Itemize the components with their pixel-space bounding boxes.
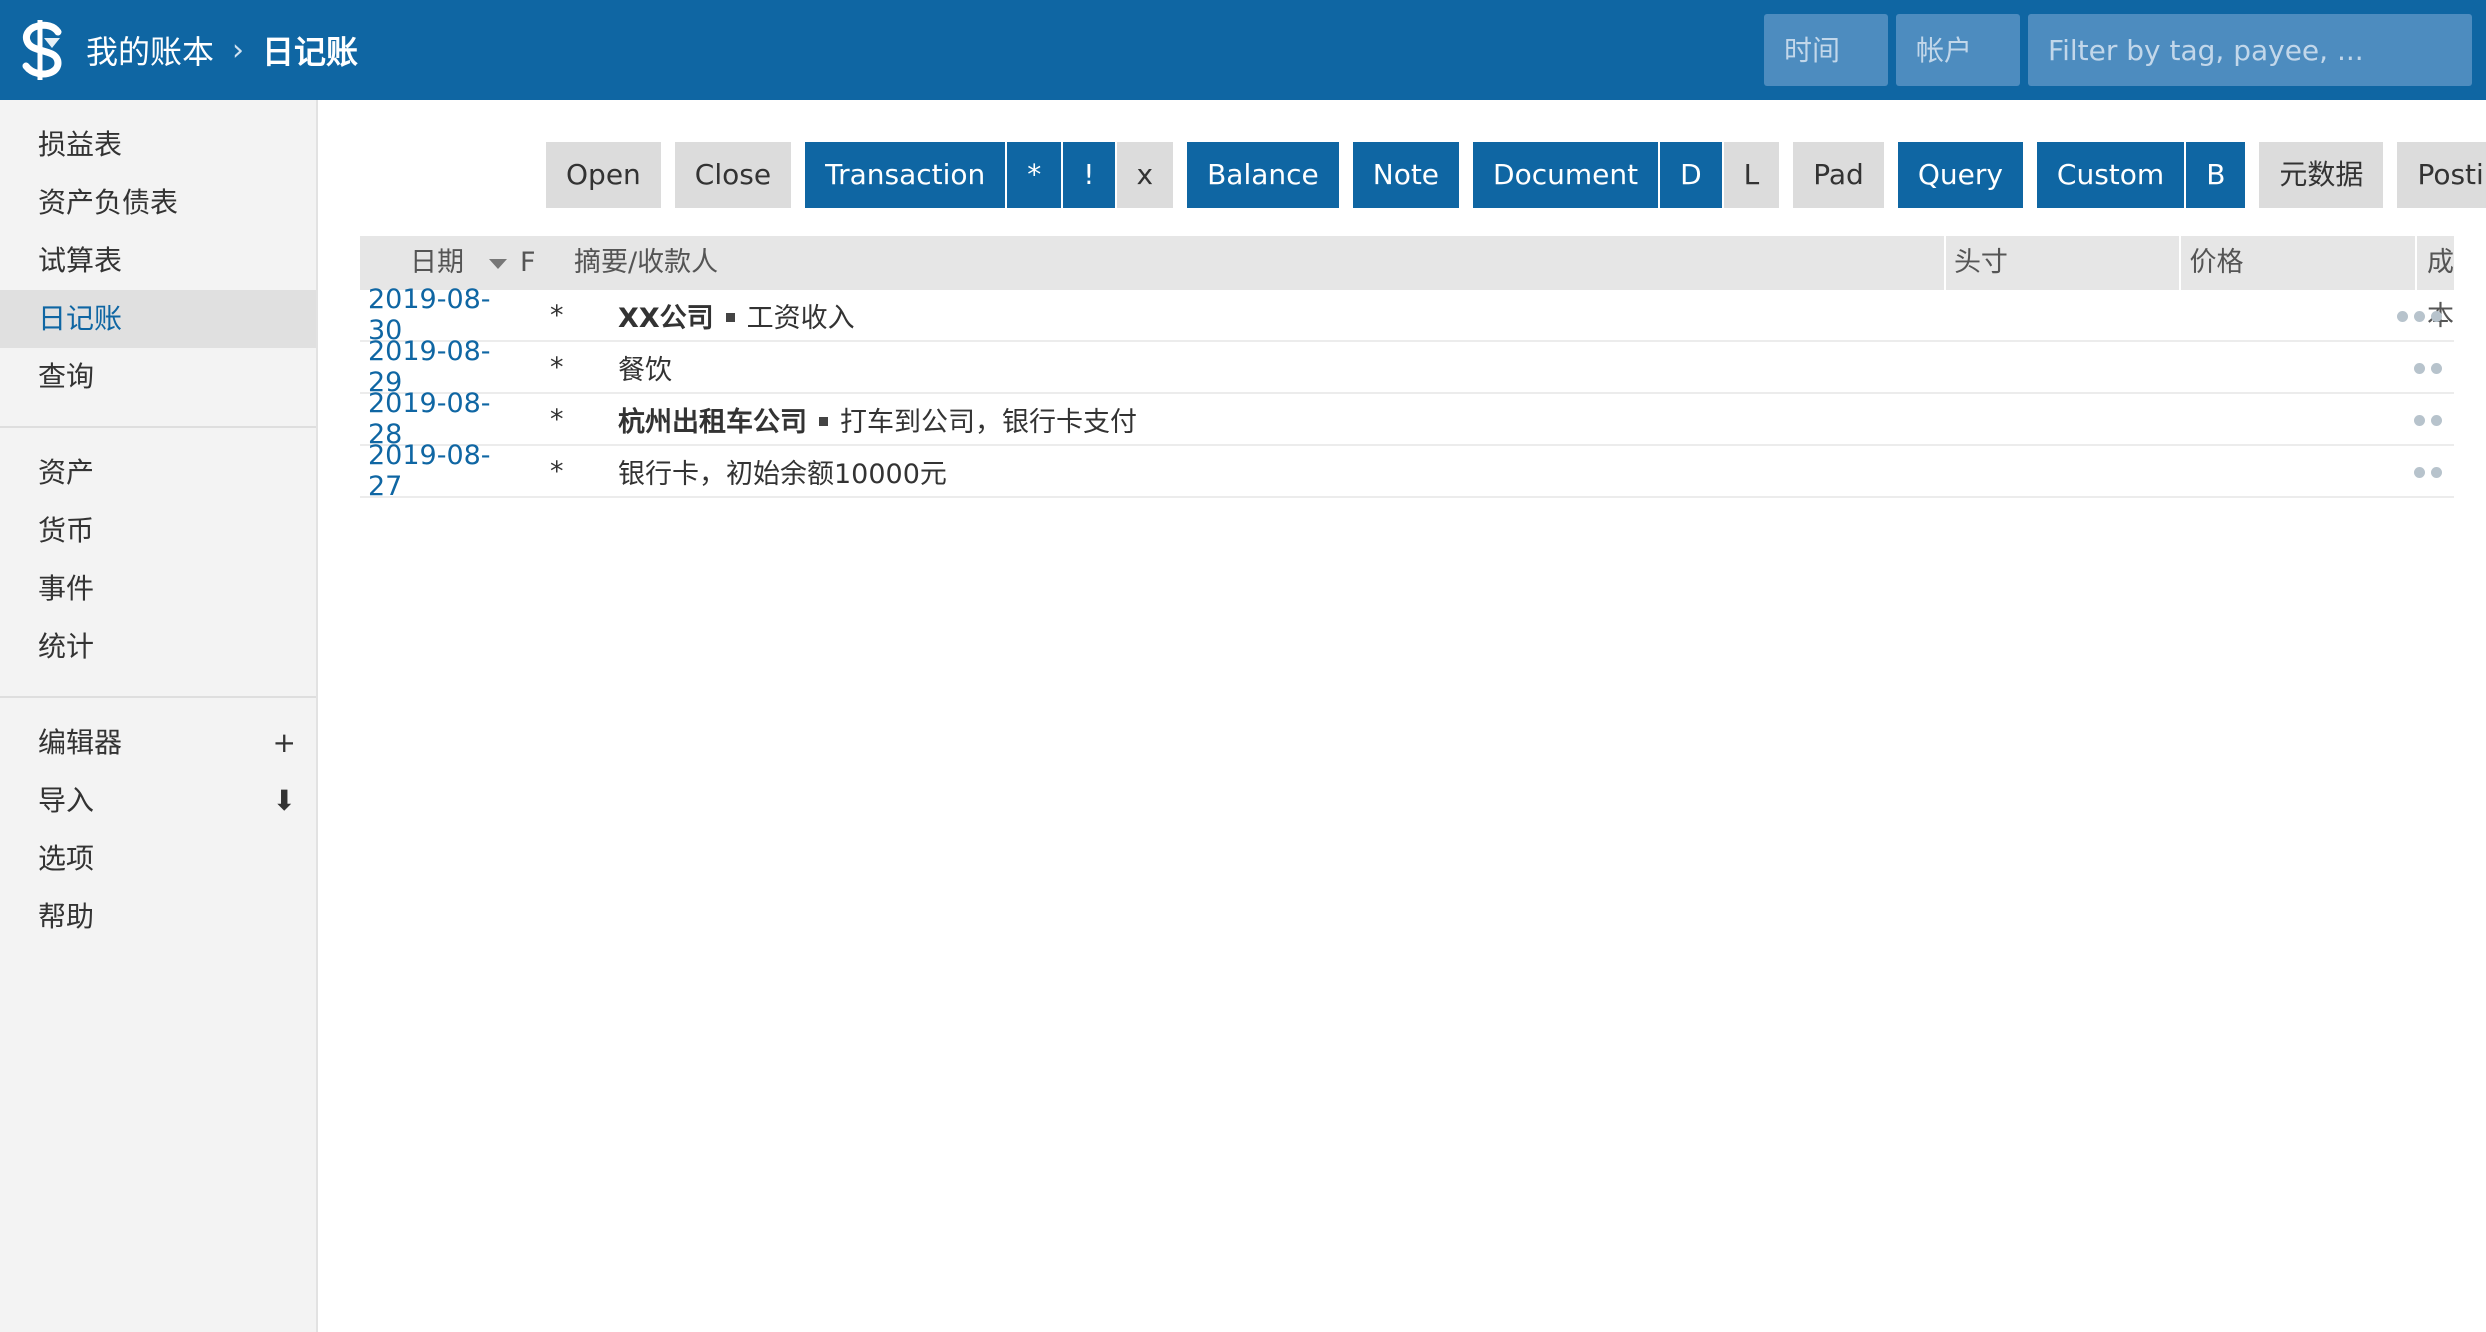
sidebar-tools-group: 编辑器 + 导入 ⬇ 选项 帮助: [0, 698, 316, 966]
posting-indicator-dots: [2414, 394, 2442, 446]
posting-indicator-dots: [2414, 342, 2442, 394]
column-header-cost: 成本: [2427, 247, 2454, 332]
breadcrumb-ledger-name[interactable]: 我的账本: [86, 27, 214, 73]
posting-dot-icon: [2414, 414, 2425, 426]
entry-description: 银行卡，初始余额10000元: [586, 452, 2454, 491]
filter-note-button[interactable]: Note: [1352, 142, 1460, 208]
table-row[interactable]: 2019-08-30 * XX公司 工资收入: [360, 284, 2454, 346]
main-content: Open Close Transaction * ! x Balance Not…: [320, 100, 2486, 1332]
entry-narration: 工资收入: [746, 302, 855, 334]
entry-flag: *: [550, 299, 564, 331]
entry-description: XX公司 工资收入: [586, 296, 2454, 335]
posting-dot-icon: [2431, 362, 2442, 374]
filter-flag-pending-button[interactable]: !: [1063, 142, 1115, 208]
sidebar-item-editor-label: 编辑器: [38, 726, 123, 759]
transaction-filter-group: Transaction * ! x: [805, 142, 1174, 208]
separator-square-icon: [725, 312, 735, 322]
entry-payee: XX公司: [618, 302, 714, 334]
posting-indicator-dots: [2414, 446, 2442, 498]
sidebar-item-holdings[interactable]: 资产: [0, 444, 316, 502]
entry-narration: 打车到公司，银行卡支付: [840, 406, 1137, 438]
column-header-price: 价格: [2181, 236, 2417, 290]
table-row[interactable]: 2019-08-27 * 银行卡，初始余额10000元: [360, 440, 2454, 502]
sidebar-data-group: 资产 货币 事件 统计: [0, 428, 316, 698]
column-header-flag[interactable]: F: [520, 236, 574, 290]
top-bar: 我的账本 › 日记账: [0, 0, 2486, 100]
posting-dot-icon: [2431, 414, 2442, 426]
sidebar-item-import-label: 导入: [38, 784, 95, 817]
posting-dot-icon: [2414, 362, 2425, 374]
entry-narration: 银行卡，初始余额10000元: [618, 458, 947, 490]
filter-pad-button[interactable]: Pad: [1793, 142, 1884, 208]
add-icon[interactable]: +: [273, 714, 296, 772]
fava-logo-icon[interactable]: [14, 18, 72, 82]
page-title: 日记账: [262, 33, 359, 71]
journal-table: 日期 F 摘要/收款人 头寸 价格 成本 2019-08-30 * XX公司工资…: [360, 236, 2454, 502]
filter-document-discovered-button[interactable]: D: [1660, 142, 1722, 208]
separator-square-icon: [819, 416, 828, 426]
journal-entry-filter-bar: Open Close Transaction * ! x Balance Not…: [546, 142, 2486, 208]
entry-flag: *: [550, 455, 564, 487]
entry-date-link[interactable]: 2019-08-27: [360, 440, 520, 502]
column-header-position: 头寸: [1946, 236, 2182, 290]
toggle-postings-button[interactable]: Postings: [2397, 142, 2486, 208]
sidebar: 损益表 资产负债表 试算表 日记账 查询 资产 货币 事件 统计 编辑器 + 导…: [0, 100, 318, 1332]
filter-flag-cleared-button[interactable]: *: [1007, 142, 1062, 208]
column-header-date[interactable]: 日期: [360, 236, 520, 290]
entry-narration: 餐饮: [618, 354, 672, 386]
sidebar-item-query[interactable]: 查询: [0, 348, 316, 406]
posting-dot-icon: [2431, 310, 2442, 322]
filter-custom-button[interactable]: Custom: [2036, 142, 2185, 208]
entry-flag: *: [550, 351, 564, 383]
time-filter-input[interactable]: [1764, 14, 1888, 86]
sidebar-item-balance-sheet[interactable]: 资产负债表: [0, 174, 316, 232]
filter-open-button[interactable]: Open: [546, 142, 661, 208]
posting-dot-icon: [2414, 310, 2425, 322]
posting-dot-icon: [2431, 466, 2442, 478]
entry-description: 餐饮: [586, 348, 2454, 387]
tag-payee-filter-input[interactable]: [2028, 14, 2472, 86]
entry-flag: *: [550, 403, 564, 435]
column-header-narration[interactable]: 摘要/收款人: [574, 236, 1946, 290]
sort-descending-icon: [488, 258, 507, 269]
sidebar-item-income-statement[interactable]: 损益表: [0, 116, 316, 174]
sidebar-item-journal[interactable]: 日记账: [0, 290, 316, 348]
entry-description: 杭州出租车公司 打车到公司，银行卡支付: [586, 400, 2454, 439]
filter-document-button[interactable]: Document: [1473, 142, 1659, 208]
sidebar-item-editor[interactable]: 编辑器 +: [0, 714, 316, 772]
table-row[interactable]: 2019-08-28 * 杭州出租车公司 打车到公司，银行卡支付: [360, 388, 2454, 450]
filter-transaction-button[interactable]: Transaction: [805, 142, 1006, 208]
sidebar-item-options[interactable]: 选项: [0, 830, 316, 888]
sidebar-item-import[interactable]: 导入 ⬇: [0, 772, 316, 830]
filter-close-button[interactable]: Close: [674, 142, 792, 208]
breadcrumb: 我的账本 › 日记账: [86, 0, 358, 100]
posting-indicator-dots: [2397, 290, 2442, 342]
filter-document-linked-button[interactable]: L: [1723, 142, 1780, 208]
filter-balance-button[interactable]: Balance: [1187, 142, 1339, 208]
filter-query-button[interactable]: Query: [1897, 142, 2023, 208]
posting-dot-icon: [2414, 466, 2425, 478]
sidebar-item-trial-balance[interactable]: 试算表: [0, 232, 316, 290]
sidebar-item-commodities[interactable]: 货币: [0, 502, 316, 560]
filter-flag-other-button[interactable]: x: [1116, 142, 1174, 208]
account-filter-input[interactable]: [1896, 14, 2020, 86]
filter-custom-budget-button[interactable]: B: [2186, 142, 2246, 208]
posting-dot-icon: [2397, 310, 2408, 322]
breadcrumb-separator: ›: [232, 32, 245, 68]
download-icon[interactable]: ⬇: [273, 772, 296, 830]
toggle-metadata-button[interactable]: 元数据: [2259, 142, 2384, 208]
table-row[interactable]: 2019-08-29 * 餐饮: [360, 336, 2454, 398]
custom-filter-group: Custom B: [2036, 142, 2246, 208]
journal-table-header: 日期 F 摘要/收款人 头寸 价格 成本: [360, 236, 2454, 332]
sidebar-item-statistics[interactable]: 统计: [0, 618, 316, 676]
document-filter-group: Document D L: [1473, 142, 1780, 208]
sidebar-reports-group: 损益表 资产负债表 试算表 日记账 查询: [0, 100, 316, 428]
column-header-date-label: 日期: [410, 247, 464, 278]
sidebar-item-events[interactable]: 事件: [0, 560, 316, 618]
entry-payee: 杭州出租车公司: [618, 406, 807, 438]
sidebar-item-help[interactable]: 帮助: [0, 888, 316, 946]
